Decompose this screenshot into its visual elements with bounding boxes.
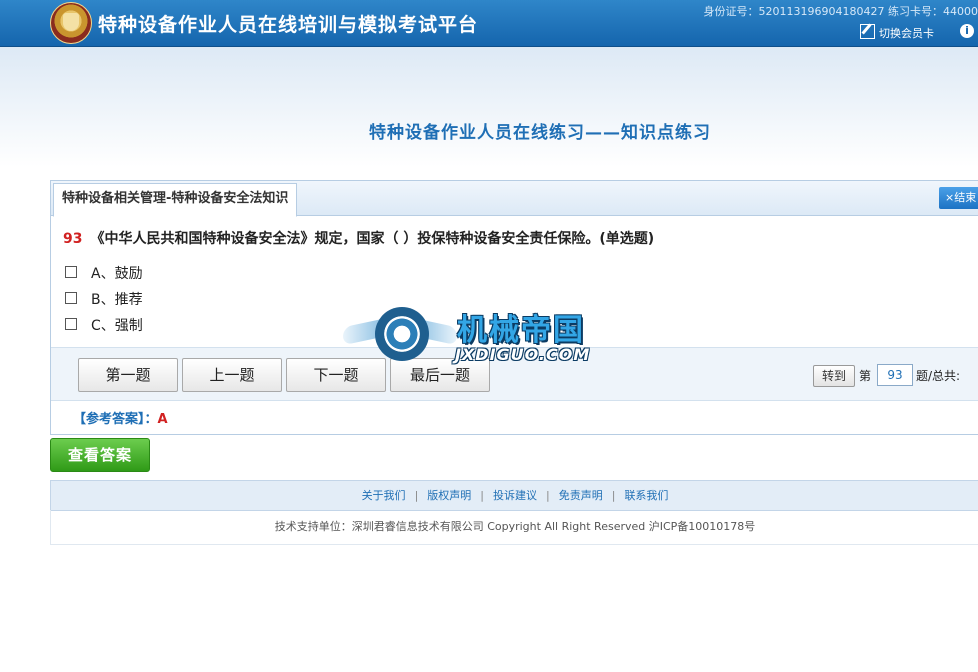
answer-label: 【参考答案】： [73, 412, 158, 427]
prev-question-button[interactable]: 上一题 [182, 358, 282, 392]
option-c-label: C、强制 [91, 318, 143, 334]
option-b[interactable]: B、推荐 [65, 289, 143, 309]
footer-link-contact[interactable]: 联系我们 [624, 489, 668, 502]
switch-card-label: 切换会员卡 [879, 27, 934, 40]
first-question-button[interactable]: 第一题 [78, 358, 178, 392]
option-c-checkbox[interactable] [65, 318, 77, 330]
page-title: 特种设备作业人员在线练习——知识点练习 [369, 123, 711, 143]
info-icon[interactable]: i [960, 24, 974, 38]
option-b-checkbox[interactable] [65, 292, 77, 304]
footer-separator: | [546, 489, 550, 502]
watermark-en: JXDIGUO.COM [455, 345, 591, 364]
question-stem: 《中华人民共和国特种设备安全法》规定，国家（ ）投保特种设备安全责任保险。(单选… [90, 231, 655, 247]
site-title: 特种设备作业人员在线培训与模拟考试平台 [98, 14, 479, 36]
end-button[interactable]: ×结束 [939, 187, 978, 209]
option-a-label: A、鼓励 [91, 266, 143, 282]
footer-link-about[interactable]: 关于我们 [362, 489, 406, 502]
footer-copyright: 技术支持单位：深圳君睿信息技术有限公司 Copyright All Right … [50, 510, 978, 545]
option-c[interactable]: C、强制 [65, 315, 143, 335]
goto-question-input[interactable] [877, 364, 913, 386]
gear-icon [375, 307, 429, 361]
footer-separator: | [611, 489, 616, 502]
edit-icon [860, 24, 875, 39]
tab-bar: 特种设备相关管理-特种设备安全法知识 ×结束 [51, 181, 978, 217]
reference-answer: 【参考答案】：A [73, 408, 168, 427]
footer-separator: | [480, 489, 484, 502]
footer-link-disclaimer[interactable]: 免责声明 [559, 489, 603, 502]
goto-button[interactable]: 转到 [813, 365, 855, 387]
id-info: 身份证号：520113196904180427 练习卡号：44000 [703, 5, 978, 18]
question-number: 93 [63, 231, 83, 247]
goto-prefix: 第 [859, 369, 872, 383]
watermark-logo: 机械帝国 JXDIGUO.COM [343, 305, 635, 367]
footer-separator: | [414, 489, 419, 502]
option-b-label: B、推荐 [91, 292, 143, 308]
top-header: 特种设备作业人员在线培训与模拟考试平台 身份证号：520113196904180… [0, 0, 978, 47]
watermark-cn: 机械帝国 [457, 313, 585, 348]
answer-value: A [157, 412, 168, 427]
footer-link-copyright[interactable]: 版权声明 [427, 489, 471, 502]
tab-knowledge-point[interactable]: 特种设备相关管理-特种设备安全法知识 [53, 183, 298, 217]
footer-links: 关于我们 | 版权声明 | 投诉建议 | 免责声明 | 联系我们 [50, 480, 978, 511]
emblem-logo [50, 2, 92, 44]
option-a[interactable]: A、鼓励 [65, 263, 143, 283]
check-answer-button[interactable]: 查看答案 [50, 438, 150, 472]
question-text: 93 《中华人民共和国特种设备安全法》规定，国家（ ）投保特种设备安全责任保险。(… [63, 228, 654, 248]
switch-card-link[interactable]: 切换会员卡 [860, 24, 934, 41]
option-a-checkbox[interactable] [65, 266, 77, 278]
footer-link-complaint[interactable]: 投诉建议 [493, 489, 537, 502]
goto-suffix: 题/总共: [916, 369, 961, 383]
header-band [0, 47, 978, 167]
